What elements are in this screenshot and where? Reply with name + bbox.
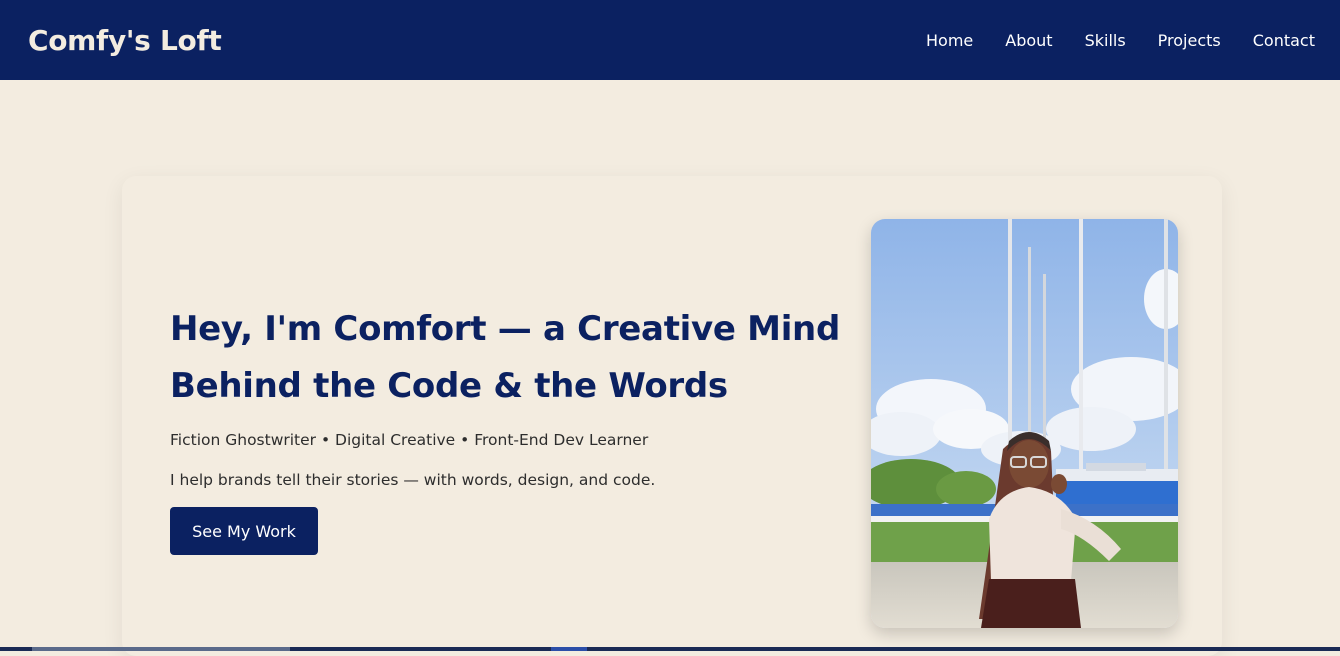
nav-link-home[interactable]: Home — [926, 31, 973, 50]
hero-text: Hey, I'm Comfort — a Creative Mind Behin… — [170, 301, 850, 555]
nav-link-about[interactable]: About — [1005, 31, 1052, 50]
profile-photo — [871, 219, 1178, 628]
taskbar-segment — [32, 647, 290, 651]
nav-link-contact[interactable]: Contact — [1253, 31, 1315, 50]
brand-logo[interactable]: Comfy's Loft — [28, 24, 222, 57]
hero-description: I help brands tell their stories — with … — [170, 471, 656, 489]
see-my-work-button[interactable]: See My Work — [170, 507, 318, 555]
hero-title-line-1: Hey, I'm Comfort — a Creative Mind — [170, 309, 840, 349]
taskbar-segment-active — [551, 647, 587, 651]
hero-card: Hey, I'm Comfort — a Creative Mind Behin… — [122, 176, 1222, 656]
nav-link-skills[interactable]: Skills — [1085, 31, 1126, 50]
hero-title: Hey, I'm Comfort — a Creative Mind Behin… — [170, 301, 850, 415]
nav-link-projects[interactable]: Projects — [1158, 31, 1221, 50]
top-navbar: Comfy's Loft Home About Skills Projects … — [0, 0, 1340, 80]
hero-title-line-2: Behind the Code & the Words — [170, 366, 728, 406]
hero-tagline: Fiction Ghostwriter • Digital Creative •… — [170, 431, 649, 449]
taskbar-strip — [0, 647, 1340, 651]
nav-links: Home About Skills Projects Contact — [926, 31, 1315, 50]
